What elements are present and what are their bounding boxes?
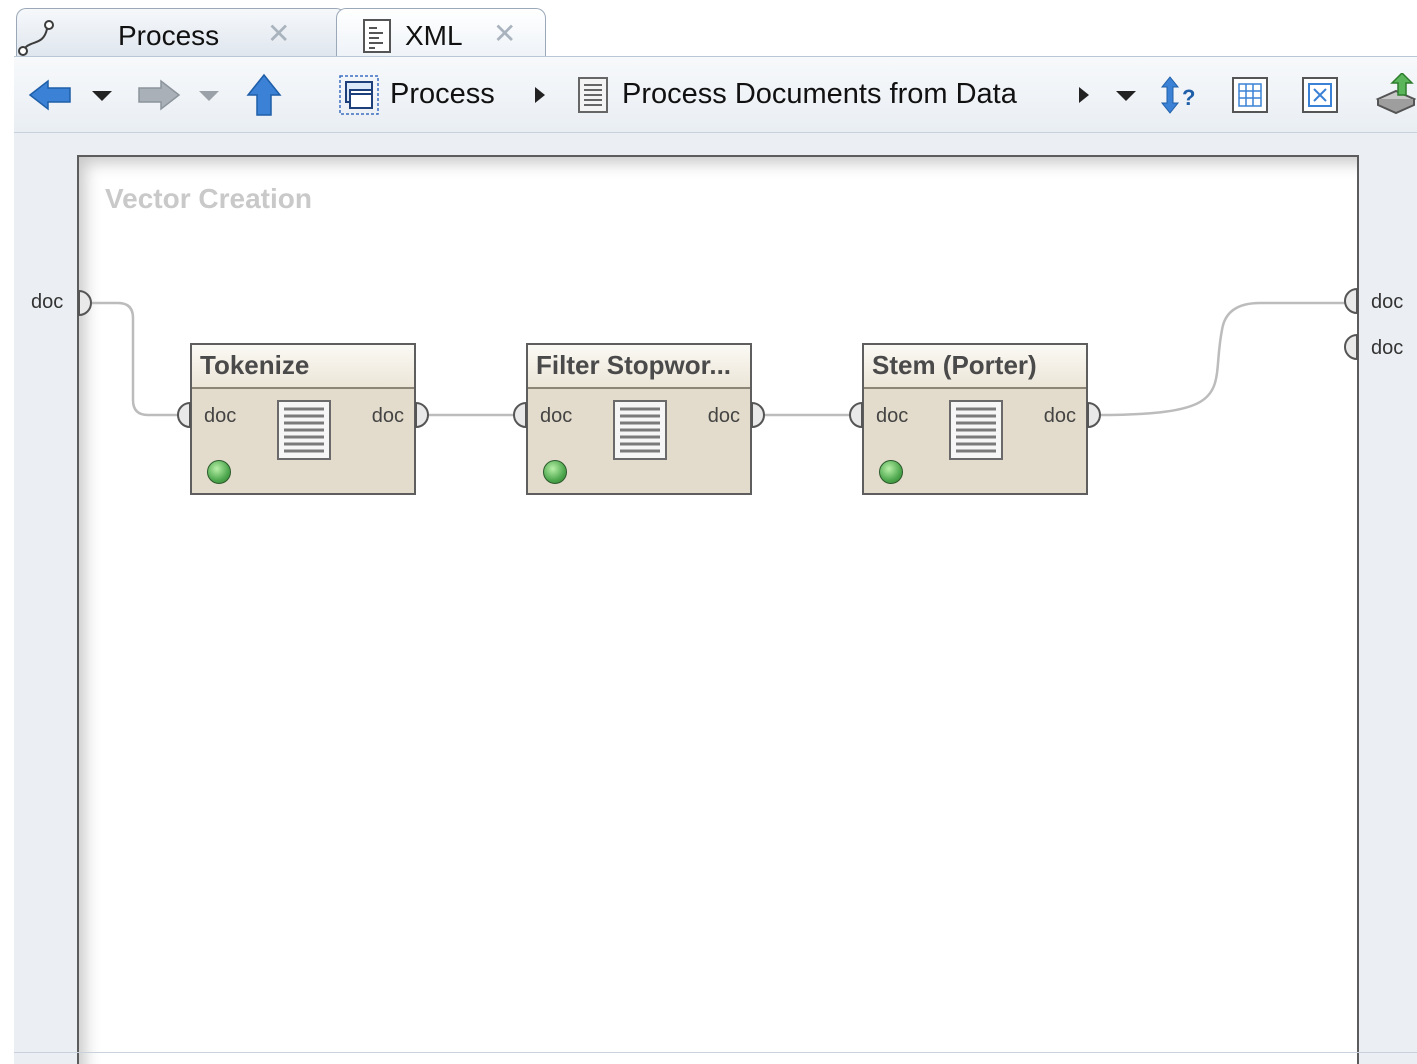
operator-output-port[interactable] [415, 401, 429, 429]
operator-ports [177, 401, 1101, 429]
operator-input-port[interactable] [513, 401, 527, 429]
operator-input-port[interactable] [177, 401, 191, 429]
operator-output-port[interactable] [751, 401, 765, 429]
bottom-divider [14, 1052, 1417, 1053]
operator-output-port[interactable] [1087, 401, 1101, 429]
operator-input-port[interactable] [849, 401, 863, 429]
